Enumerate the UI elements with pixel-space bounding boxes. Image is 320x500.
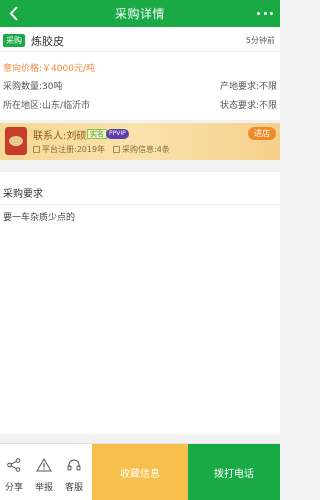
service-button[interactable]: 客服: [60, 444, 88, 500]
share-button[interactable]: 分享: [0, 444, 28, 500]
page-title: 采购详情: [114, 7, 165, 21]
region-label: 所在地区:: [3, 101, 43, 111]
listing-title-row: 采购 炼胶皮 5分钟前: [0, 27, 280, 52]
warning-icon: [36, 458, 52, 472]
purchase-count-text: 采购信息:4条: [122, 145, 170, 154]
region-row: 所在地区:山东/临沂市 状态要求:不限: [3, 98, 277, 112]
condition-label: 状态要求:: [219, 101, 259, 111]
report-label: 举报: [34, 483, 53, 493]
contact-name: 联系人:刘硕: [33, 131, 87, 142]
enter-shop-button[interactable]: 进店: [248, 127, 276, 140]
calendar-icon: [33, 146, 40, 153]
chevron-left-icon: [9, 6, 18, 21]
requirements-content: 要一车杂质少点的: [3, 213, 76, 223]
registered-text: 平台注册:2019年: [42, 145, 106, 154]
call-button[interactable]: 拨打电话: [188, 444, 280, 500]
requirements-title: 采购要求: [3, 189, 43, 200]
purchase-tag: 采购: [3, 34, 25, 47]
origin-value: 不限: [258, 82, 277, 92]
back-button[interactable]: [6, 5, 22, 22]
more-dot-icon: [257, 11, 260, 15]
condition-value: 不限: [258, 101, 277, 111]
document-icon: [113, 146, 120, 153]
time-ago: 5分钟前: [245, 36, 275, 45]
region-value: 山东/临沂市: [42, 101, 91, 111]
top-header: 采购详情: [0, 0, 280, 27]
avatar: [5, 127, 27, 155]
share-label: 分享: [4, 483, 23, 493]
requirements-section: 采购要求 要一车杂质少点的: [0, 172, 280, 434]
contact-banner[interactable]: 联系人:刘硕 实名 PPVIP 平台注册:2019年 采购信息:4条 进店: [0, 123, 280, 160]
verified-badge: 实名: [87, 129, 107, 139]
more-dot-icon: [263, 11, 267, 15]
bottom-action-bar: 分享 举报 客服 收藏信息 拨打电话: [0, 443, 280, 500]
origin-label: 产地要求:: [219, 82, 259, 92]
quantity-row: 采购数量:30吨 产地要求:不限: [3, 79, 277, 93]
share-icon: [7, 458, 21, 472]
service-label: 客服: [64, 483, 83, 493]
favorite-button[interactable]: 收藏信息: [92, 444, 188, 500]
price-label: 意向价格:: [3, 64, 43, 74]
headset-icon: [67, 459, 81, 471]
price-row: 意向价格:￥4000元/吨: [3, 61, 95, 74]
listing-info-card: 采购 炼胶皮 5分钟前 意向价格:￥4000元/吨 采购数量:30吨 产地要求:…: [0, 27, 280, 120]
divider: [0, 204, 280, 205]
more-button[interactable]: [257, 8, 273, 18]
more-dot-icon: [270, 11, 273, 15]
quantity-label: 采购数量:: [3, 82, 43, 92]
vip-badge: PPVIP: [106, 129, 129, 139]
registered-info: 平台注册:2019年: [33, 144, 105, 155]
purchase-count-info: 采购信息:4条: [113, 144, 170, 155]
quantity-value: 30吨: [42, 82, 63, 92]
report-button[interactable]: 举报: [30, 444, 58, 500]
product-name: 炼胶皮: [31, 35, 64, 48]
price-value: ￥4000元/吨: [42, 64, 95, 74]
